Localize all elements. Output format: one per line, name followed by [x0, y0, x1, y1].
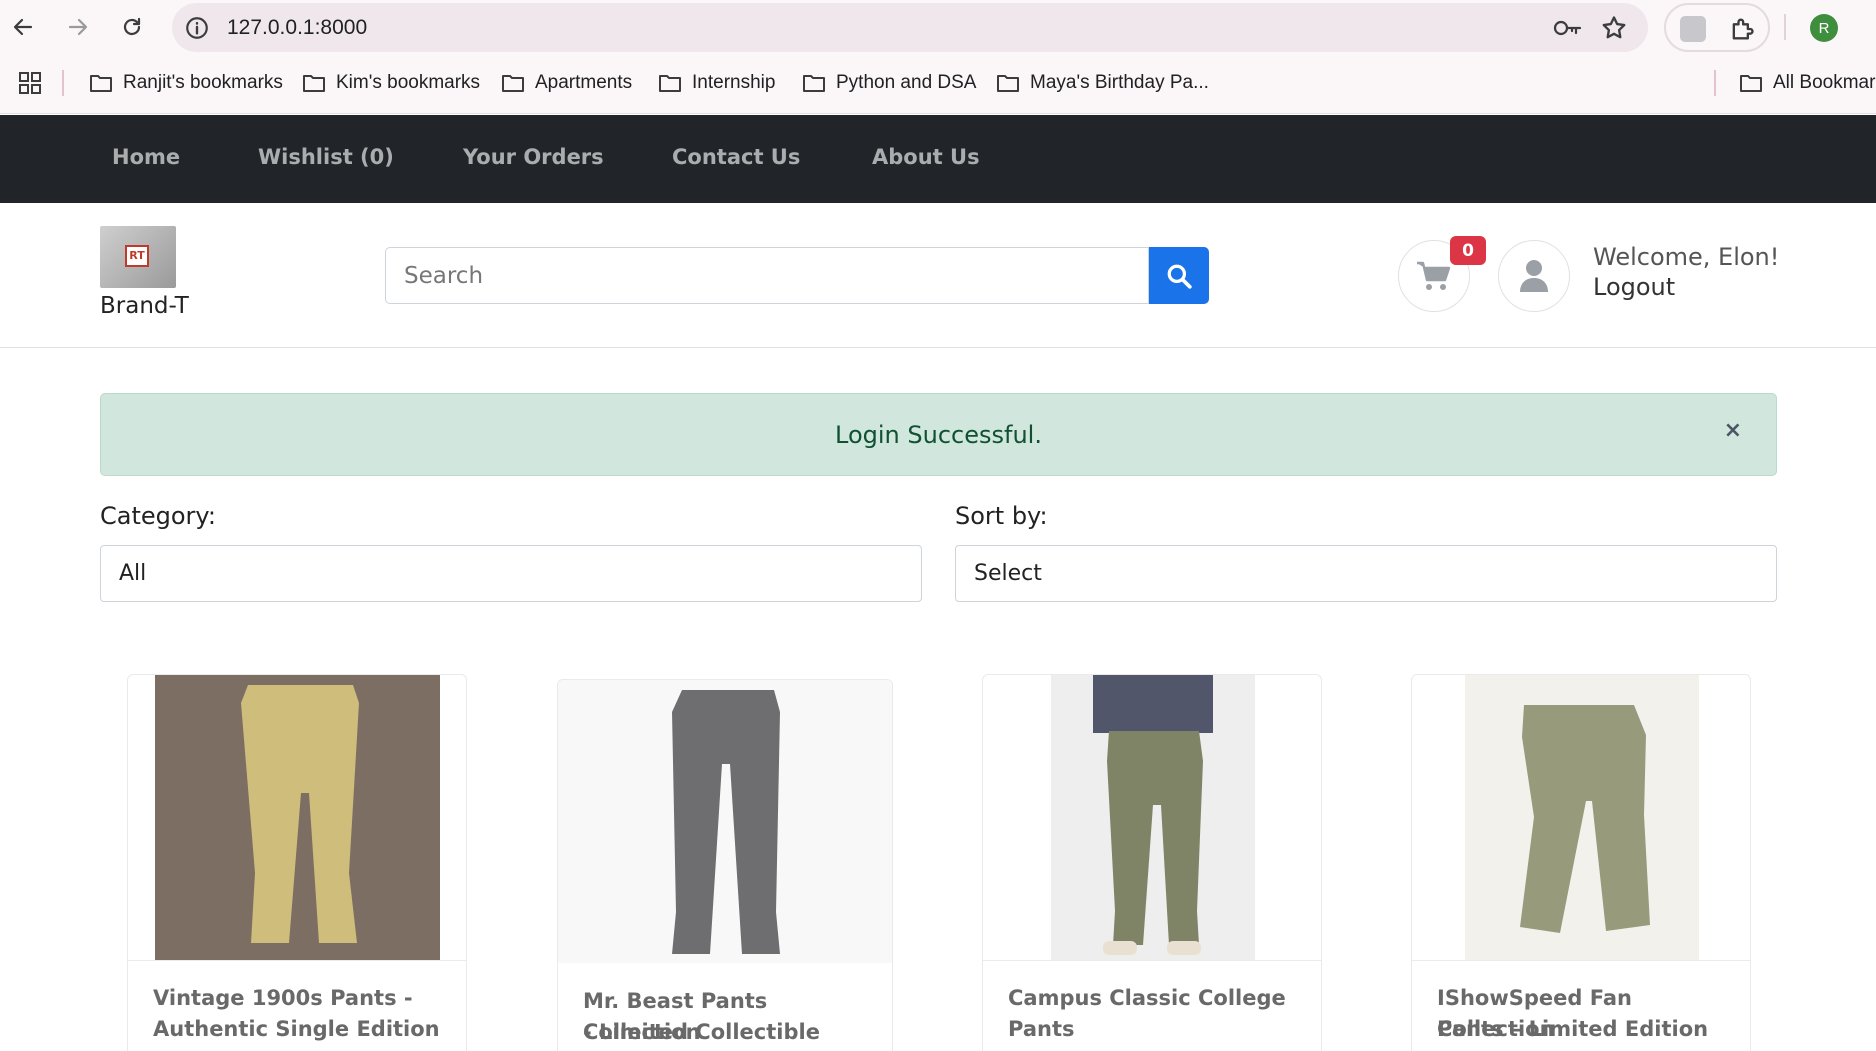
- folder-icon: [997, 75, 1019, 92]
- nav-contact-us[interactable]: Contact Us: [672, 145, 800, 169]
- bookmark-star-icon[interactable]: [1600, 14, 1628, 42]
- folder-icon: [502, 75, 524, 92]
- sort-label: Sort by:: [955, 502, 1048, 530]
- product-title-line[interactable]: Campus Classic College: [1008, 983, 1286, 1014]
- url-text[interactable]: 127.0.0.1:8000: [227, 16, 367, 40]
- product-image[interactable]: [1412, 675, 1750, 961]
- product-title-line[interactable]: Pants – Limited Edition: [1437, 1014, 1708, 1045]
- folder-icon: [303, 75, 325, 92]
- bookmarks-bar: Ranjit's bookmarks Kim's bookmarks Apart…: [0, 54, 1876, 114]
- site-header: RT Brand-T 0 Welcome, Elon! Logout: [0, 203, 1876, 348]
- bookmarks-divider: [1714, 70, 1716, 96]
- brand-name[interactable]: Brand-T: [100, 293, 189, 319]
- extensions-area: [1664, 3, 1770, 52]
- logout-link[interactable]: Logout: [1593, 273, 1675, 301]
- search-input[interactable]: [385, 247, 1149, 304]
- user-account-button[interactable]: [1498, 240, 1570, 312]
- alert-message: Login Successful.: [835, 421, 1042, 449]
- product-title-line[interactable]: Authentic Single Edition: [153, 1014, 440, 1045]
- product-image[interactable]: [983, 675, 1321, 961]
- bookmark-folder[interactable]: Python and DSA: [802, 68, 976, 98]
- apps-grid-icon[interactable]: [18, 71, 42, 95]
- all-bookmarks-label: All Bookmarks: [1773, 72, 1876, 93]
- bookmark-folder[interactable]: Internship: [658, 68, 775, 98]
- welcome-text: Welcome, Elon!: [1593, 243, 1780, 271]
- bookmark-label: Maya's Birthday Pa...: [1030, 72, 1209, 93]
- folder-icon: [803, 75, 825, 92]
- all-bookmarks-folder[interactable]: All Bookmarks: [1739, 68, 1876, 98]
- sort-select[interactable]: Select: [955, 545, 1777, 602]
- bookmark-folder[interactable]: Apartments: [501, 68, 632, 98]
- nav-home[interactable]: Home: [112, 145, 180, 169]
- puzzle-icon[interactable]: [1728, 15, 1756, 43]
- profile-avatar[interactable]: R: [1810, 14, 1838, 42]
- bookmark-folder[interactable]: Ranjit's bookmarks: [89, 68, 283, 98]
- product-card[interactable]: Mr. Beast Pants Collection - Limited Col…: [557, 679, 893, 1051]
- product-title-line[interactable]: Vintage 1900s Pants -: [153, 983, 413, 1014]
- nav-about-us[interactable]: About Us: [872, 145, 980, 169]
- address-bar[interactable]: 127.0.0.1:8000: [172, 3, 1648, 52]
- folder-icon: [659, 75, 681, 92]
- reload-icon[interactable]: [115, 10, 149, 44]
- nav-wishlist[interactable]: Wishlist (0): [258, 145, 394, 169]
- nav-your-orders[interactable]: Your Orders: [463, 145, 604, 169]
- success-alert: Login Successful. ×: [100, 393, 1777, 476]
- product-image[interactable]: [558, 680, 892, 963]
- bookmark-folder[interactable]: Kim's bookmarks: [302, 68, 480, 98]
- product-image[interactable]: [128, 675, 466, 961]
- bookmark-label: Internship: [692, 72, 776, 93]
- bookmarks-divider: [62, 70, 64, 96]
- bookmark-label: Apartments: [535, 72, 633, 93]
- bookmark-label: Ranjit's bookmarks: [123, 72, 283, 93]
- user-icon: [1520, 260, 1548, 292]
- bookmark-folder[interactable]: Maya's Birthday Pa...: [996, 68, 1209, 98]
- forward-icon[interactable]: [61, 10, 95, 44]
- back-icon[interactable]: [6, 10, 40, 44]
- toolbar-divider: [1784, 14, 1786, 40]
- search-bar: [385, 247, 1209, 304]
- logo-mark: RT: [125, 245, 149, 267]
- close-icon[interactable]: ×: [1724, 418, 1742, 443]
- product-card[interactable]: IShowSpeed Fan Collection Pants – Limite…: [1411, 674, 1751, 1051]
- site-info-icon[interactable]: [184, 15, 210, 41]
- password-key-icon[interactable]: [1552, 15, 1582, 41]
- site-navbar: Home Wishlist (0) Your Orders Contact Us…: [0, 115, 1876, 203]
- cart-icon: [1417, 261, 1451, 290]
- brand-logo[interactable]: RT: [100, 226, 176, 288]
- browser-toolbar: 127.0.0.1:8000 R: [0, 0, 1876, 54]
- product-title-line[interactable]: - Limited Collectible: [583, 1017, 820, 1048]
- bookmark-label: Kim's bookmarks: [336, 72, 481, 93]
- folder-icon: [90, 75, 112, 92]
- search-button[interactable]: [1149, 247, 1209, 304]
- product-card[interactable]: Campus Classic College Pants: [982, 674, 1322, 1051]
- product-card[interactable]: Vintage 1900s Pants - Authentic Single E…: [127, 674, 467, 1051]
- extension-icon[interactable]: [1680, 16, 1706, 42]
- cart-count-badge: 0: [1450, 236, 1486, 265]
- category-label: Category:: [100, 502, 216, 530]
- bookmark-label: Python and DSA: [836, 72, 977, 93]
- category-select[interactable]: All: [100, 545, 922, 602]
- folder-icon: [1740, 75, 1762, 92]
- product-title-line[interactable]: Pants: [1008, 1014, 1075, 1045]
- search-icon: [1167, 264, 1192, 289]
